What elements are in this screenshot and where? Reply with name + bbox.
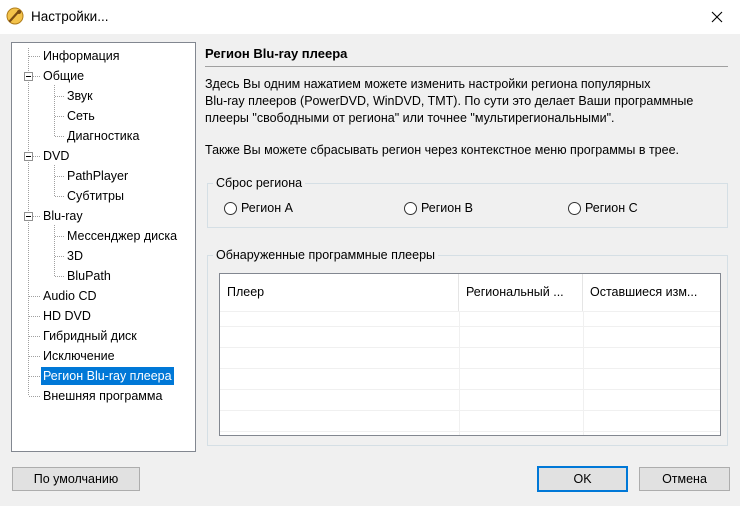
tree-item-network[interactable]: Сеть	[65, 107, 97, 125]
tree-item-general[interactable]: Общие	[41, 67, 86, 85]
tree-item-diagnostics[interactable]: Диагностика	[65, 127, 141, 145]
window-title: Настройки...	[31, 9, 109, 24]
radio-circle[interactable]	[224, 201, 237, 215]
tree-item-hybrid-disc[interactable]: Гибридный диск	[41, 327, 139, 345]
tree-item-dvd[interactable]: DVD	[41, 147, 71, 165]
grid-line	[220, 431, 720, 432]
radio-label: Регион B	[421, 201, 473, 215]
column-header-player[interactable]: Плеер	[220, 274, 459, 311]
settings-tree[interactable]: Информация Общие Звук Сеть Диагностика D…	[11, 42, 196, 452]
tree-item-bluray[interactable]: Blu-ray	[41, 207, 85, 225]
column-header-remaining[interactable]: Оставшиеся изм...	[583, 274, 720, 311]
description: Здесь Вы одним нажатием можете изменить …	[205, 76, 735, 127]
description-line: Blu-ray плееров (PowerDVD, WinDVD, TMT).…	[205, 94, 694, 108]
tree-item-blupath[interactable]: BluPath	[65, 267, 113, 285]
radio-label: Регион A	[241, 201, 293, 215]
tree-item-subtitles[interactable]: Субтитры	[65, 187, 126, 205]
collapse-bluray-icon[interactable]	[24, 212, 33, 221]
detected-players-legend: Обнаруженные программные плееры	[213, 247, 439, 263]
tree-item-hd-dvd[interactable]: HD DVD	[41, 307, 93, 325]
title-divider	[205, 66, 728, 67]
grid-line	[220, 311, 720, 312]
bottom-divider	[200, 452, 740, 453]
grid-line	[220, 410, 720, 411]
tree-item-audio-cd[interactable]: Audio CD	[41, 287, 99, 305]
tray-hint: Также Вы можете сбрасывать регион через …	[205, 143, 680, 157]
tree-item-bluray-region[interactable]: Регион Blu-ray плеера	[41, 367, 174, 385]
radio-label: Регион C	[585, 201, 638, 215]
radio-circle[interactable]	[568, 201, 581, 215]
grid-line	[459, 311, 460, 435]
tree-item-info[interactable]: Информация	[41, 47, 122, 65]
radio-region-a[interactable]: Регион A	[224, 200, 293, 216]
ok-button[interactable]: OK	[537, 466, 628, 492]
grid-line	[220, 389, 720, 390]
tree-item-sound[interactable]: Звук	[65, 87, 95, 105]
column-header-regional[interactable]: Региональный ...	[459, 274, 583, 311]
tree-item-3d[interactable]: 3D	[65, 247, 85, 265]
close-button[interactable]	[694, 0, 740, 34]
page-title: Регион Blu-ray плеера	[205, 46, 348, 61]
radio-circle[interactable]	[404, 201, 417, 215]
players-list[interactable]: Плеер Региональный ... Оставшиеся изм...	[219, 273, 721, 436]
description-line: плееры "свободными от региона" или точне…	[205, 111, 615, 125]
radio-region-c[interactable]: Регион C	[568, 200, 638, 216]
tree-item-exclusion[interactable]: Исключение	[41, 347, 117, 365]
collapse-dvd-icon[interactable]	[24, 152, 33, 161]
tree-item-external-program[interactable]: Внешняя программа	[41, 387, 164, 405]
description-line: Здесь Вы одним нажатием можете изменить …	[205, 77, 651, 91]
players-list-header: Плеер Региональный ... Оставшиеся изм...	[220, 274, 720, 311]
radio-region-b[interactable]: Регион B	[404, 200, 473, 216]
cancel-button[interactable]: Отмена	[639, 467, 730, 491]
close-icon	[711, 11, 723, 23]
reset-region-legend: Сброс региона	[213, 175, 306, 191]
title-bar: Настройки...	[0, 0, 740, 34]
grid-line	[220, 347, 720, 348]
collapse-general-icon[interactable]	[24, 72, 33, 81]
grid-line	[220, 368, 720, 369]
tree-item-pathplayer[interactable]: PathPlayer	[65, 167, 130, 185]
grid-line	[220, 326, 720, 327]
defaults-button[interactable]: По умолчанию	[12, 467, 140, 491]
grid-line	[583, 311, 584, 435]
settings-app-icon	[6, 7, 24, 25]
tree-item-disc-messenger[interactable]: Мессенджер диска	[65, 227, 179, 245]
